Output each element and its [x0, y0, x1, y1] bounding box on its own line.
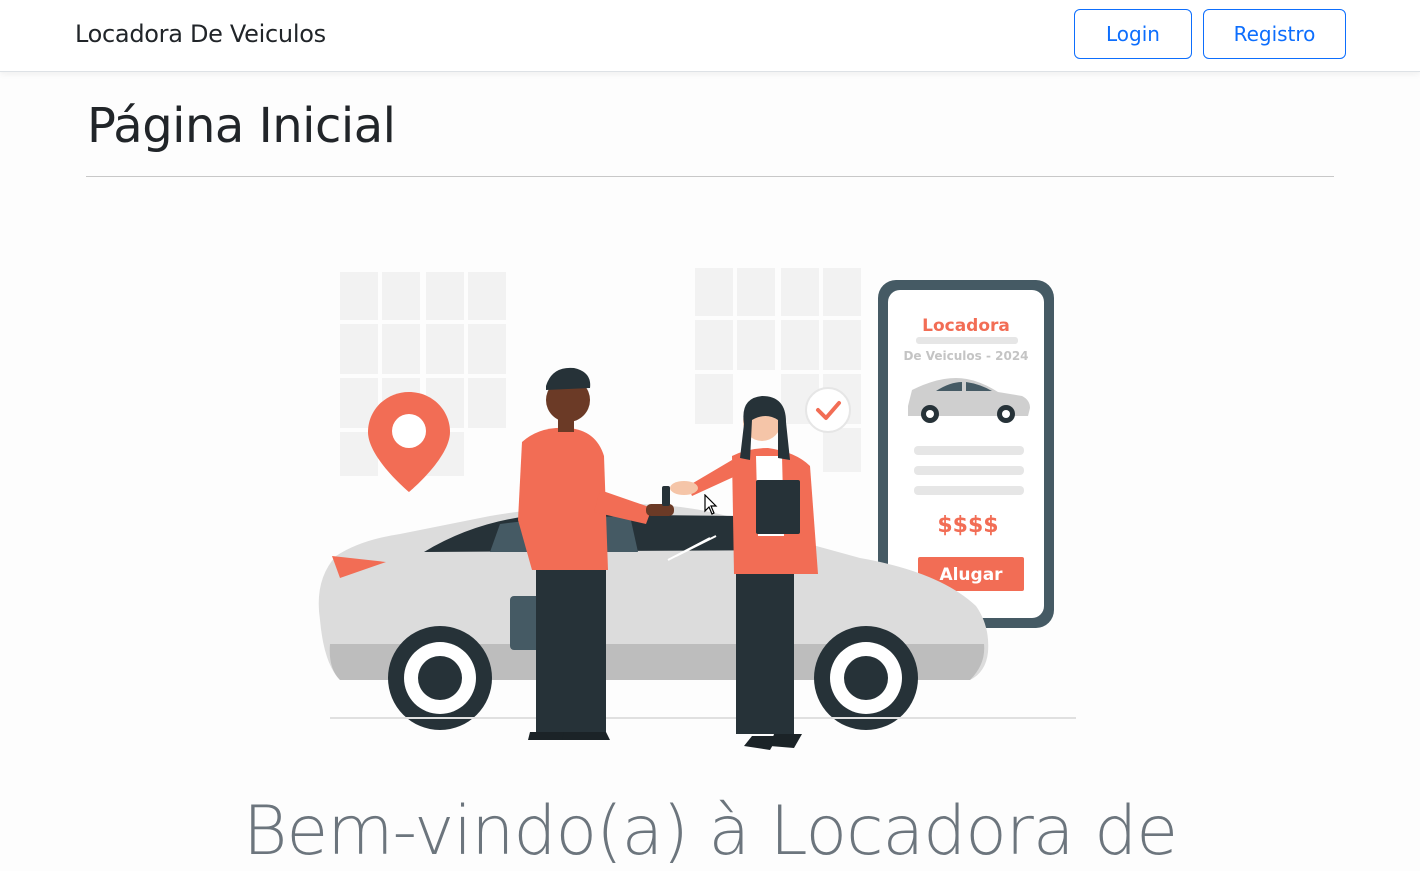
register-button[interactable]: Registro	[1203, 9, 1346, 59]
title-divider	[86, 176, 1334, 177]
location-pin-icon	[368, 392, 450, 492]
mouse-cursor-icon	[704, 494, 718, 515]
phone-rent-label: Alugar	[939, 565, 1003, 585]
phone-price: $$$$	[937, 513, 998, 538]
car-rental-illustration: Locadora De Veiculos - 2024 $$$$ Alugar	[318, 268, 1076, 750]
navbar: Locadora De Veiculos Login Registro	[0, 0, 1420, 72]
login-button[interactable]: Login	[1074, 9, 1192, 59]
phone-title: Locadora	[922, 316, 1010, 336]
navbar-brand[interactable]: Locadora De Veiculos	[75, 20, 326, 48]
phone-subtitle: De Veiculos - 2024	[903, 349, 1028, 363]
checkmark-icon	[805, 387, 851, 433]
welcome-heading: Bem-vindo(a) à Locadora de	[242, 792, 1178, 871]
page-title: Página Inicial	[87, 98, 396, 154]
